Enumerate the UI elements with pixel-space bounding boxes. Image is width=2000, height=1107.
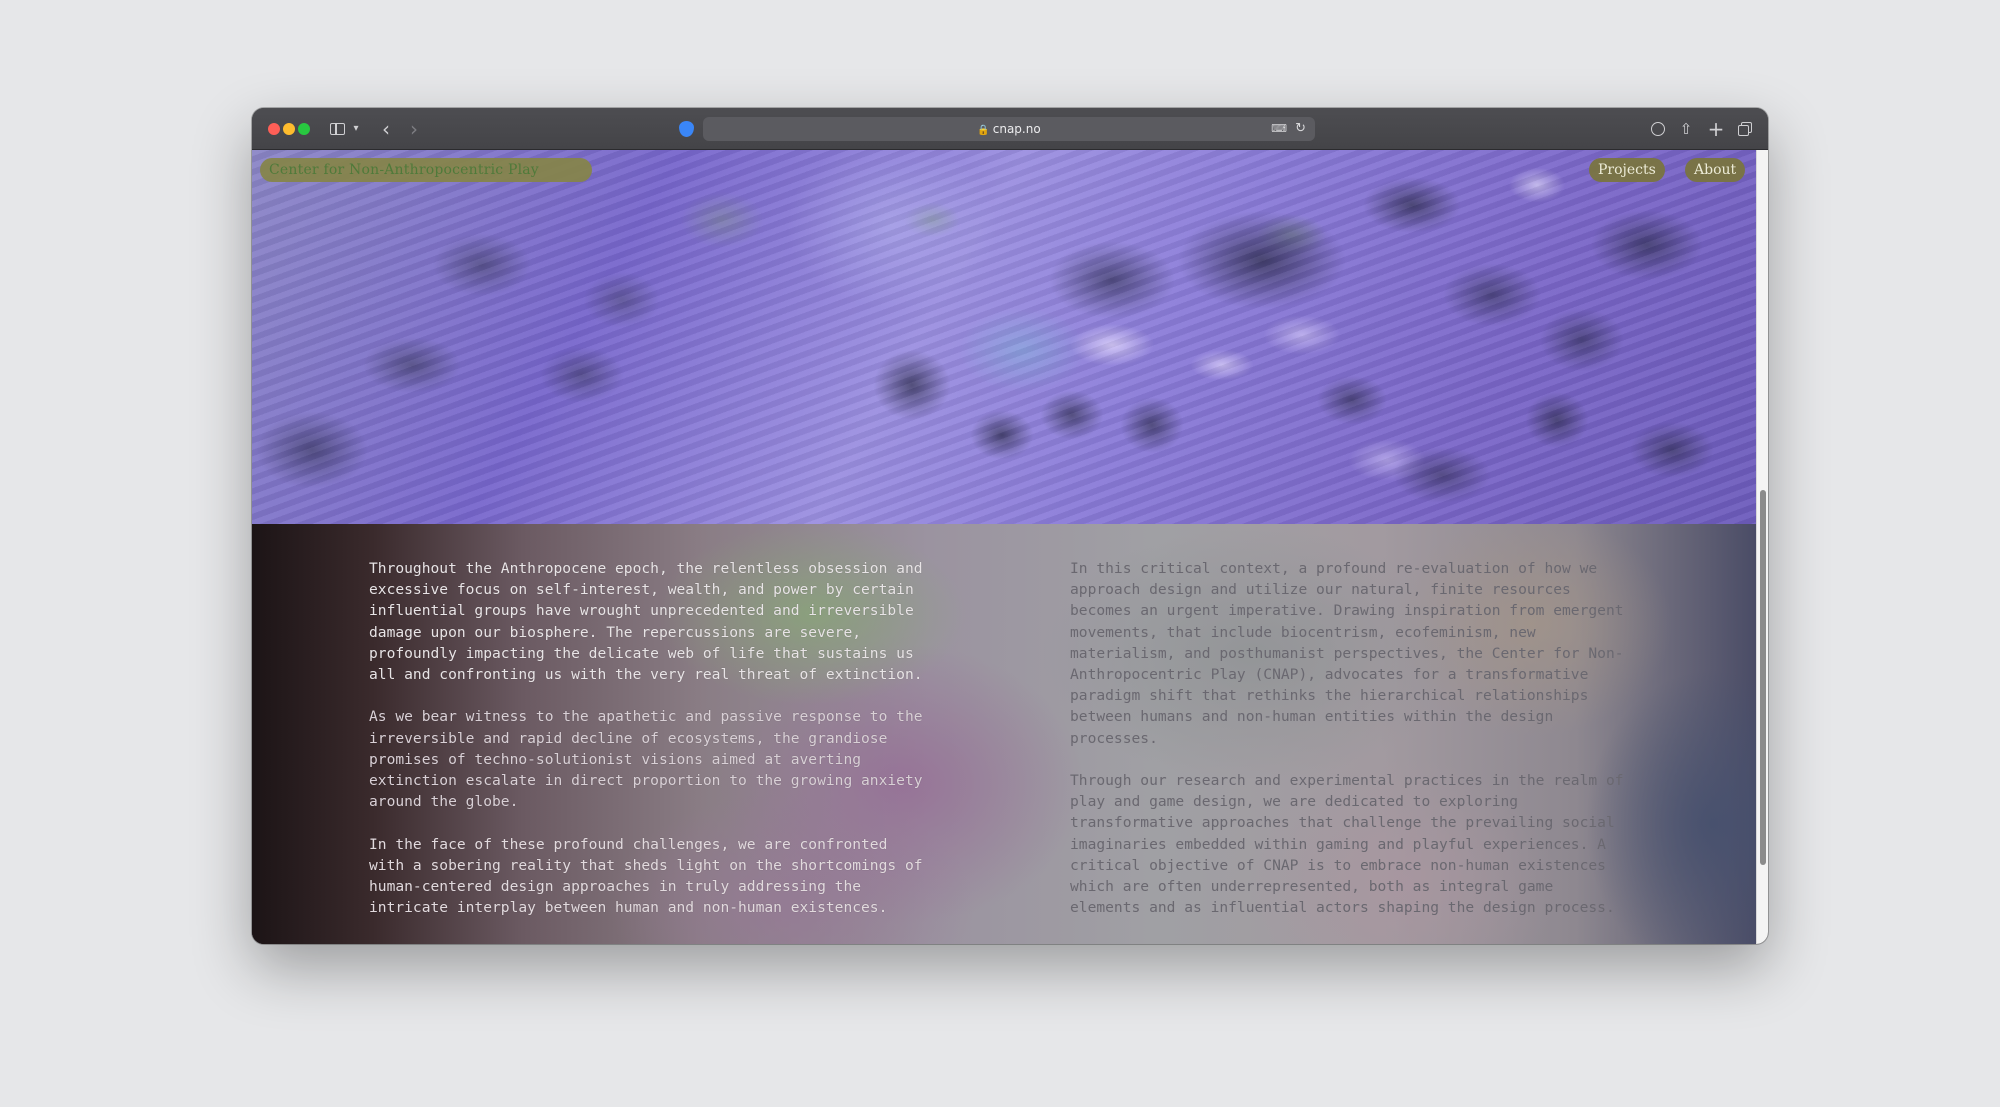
reload-icon[interactable]: ↻ <box>1295 117 1306 141</box>
manifesto-section: Throughout the Anthropocene epoch, the r… <box>252 524 1756 944</box>
page-viewport: Center for Non-Anthropocentric Play Proj… <box>252 150 1756 944</box>
scrollbar-thumb[interactable] <box>1760 490 1766 865</box>
share-icon[interactable]: ⇧ <box>1677 117 1695 141</box>
paragraph: Through our research and experimental pr… <box>1070 772 1624 917</box>
hero-image <box>252 150 1756 524</box>
url-text: cnap.no <box>992 122 1041 136</box>
close-window-button[interactable] <box>268 123 280 135</box>
paragraph: As we bear witness to the apathetic and … <box>369 708 923 811</box>
site-title-link[interactable]: Center for Non-Anthropocentric Play <box>260 158 592 182</box>
back-arrow-icon[interactable]: ‹ <box>376 117 396 141</box>
manifesto-right-column: In this critical context, a profound re-… <box>1070 558 1630 940</box>
chevron-down-icon[interactable]: ▾ <box>350 117 362 141</box>
downloads-icon[interactable] <box>1649 117 1667 141</box>
forward-arrow-icon[interactable]: › <box>404 117 424 141</box>
sidebar-toggle-icon[interactable] <box>328 117 346 141</box>
lock-icon: 🔒 <box>977 125 990 136</box>
nav-projects-link[interactable]: Projects <box>1589 158 1665 182</box>
translate-icon[interactable]: ⌨ <box>1271 117 1287 141</box>
url-display: 🔒 cnap.no <box>703 117 1315 143</box>
tab-overview-icon[interactable] <box>1736 117 1754 141</box>
address-bar[interactable]: 🔒 cnap.no ⌨ ↻ <box>703 117 1315 141</box>
paragraph: Throughout the Anthropocene epoch, the r… <box>369 560 923 684</box>
paragraph: In this critical context, a profound re-… <box>1070 560 1624 747</box>
nav-about-link[interactable]: About <box>1685 158 1746 182</box>
privacy-shield-icon[interactable] <box>679 121 694 137</box>
page-scrollbar[interactable] <box>1756 150 1768 944</box>
browser-toolbar: ▾ ‹ › 🔒 cnap.no ⌨ ↻ ⇧ + <box>252 108 1768 150</box>
manifesto-left-column: Throughout the Anthropocene epoch, the r… <box>369 558 929 940</box>
paragraph: In the face of these profound challenges… <box>369 835 923 917</box>
minimize-window-button[interactable] <box>283 123 295 135</box>
browser-window: ▾ ‹ › 🔒 cnap.no ⌨ ↻ ⇧ + Center for Non-An… <box>252 108 1768 944</box>
maximize-window-button[interactable] <box>298 123 310 135</box>
new-tab-icon[interactable]: + <box>1707 117 1725 141</box>
